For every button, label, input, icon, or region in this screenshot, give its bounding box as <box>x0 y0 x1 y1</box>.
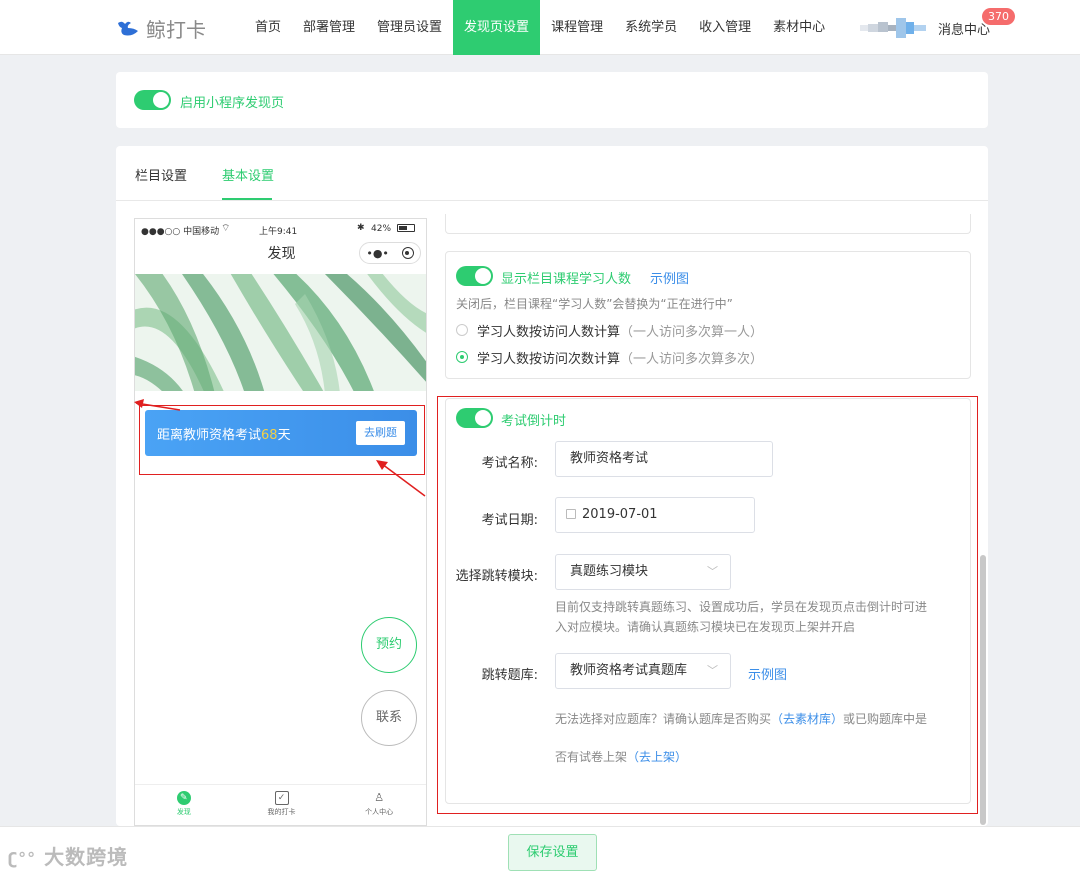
option-count-by-visitors: 学习人数按访问人数计算（一人访问多次算一人） <box>477 321 763 340</box>
nav-item-admin[interactable]: 管理员设置 <box>366 0 453 55</box>
question-bank-value: 教师资格考试真题库 <box>570 663 688 678</box>
bluetooth-icon: ✱ <box>357 223 365 233</box>
top-nav: 鲸打卡 首页 部署管理 管理员设置 发现页设置 课程管理 系统学员 收入管理 素… <box>0 0 1080 55</box>
watermark: ʗ°° 大数跨境 <box>8 841 128 870</box>
jump-module-hint-line1: 目前仅支持跳转真题练习、设置成功后，学员在发现页点击倒计时可进 <box>555 600 928 614</box>
tab-basic-settings[interactable]: 基本设置 <box>222 165 274 184</box>
learner-count-panel: 显示栏目课程学习人数 示例图 关闭后，栏目课程“学习人数”会替换为“正在进行中”… <box>445 251 971 379</box>
wifi-icon: ⌔ <box>221 223 231 234</box>
more-dots-icon[interactable]: •●• <box>366 247 389 260</box>
exam-countdown-toggle[interactable] <box>456 408 493 428</box>
message-count-badge: 370 <box>982 8 1015 25</box>
contact-button[interactable]: 联系 <box>361 690 417 746</box>
go-materials-link[interactable]: （去素材库） <box>771 712 843 726</box>
tabbar-item-discover[interactable]: ✎ 发现 <box>135 785 233 825</box>
tab-column-settings[interactable]: 栏目设置 <box>135 165 187 184</box>
leaf-pattern-icon <box>135 274 426 391</box>
status-time: 上午9:41 <box>259 227 298 237</box>
settings-scrollbar[interactable] <box>980 555 986 825</box>
go-publish-link[interactable]: （去上架） <box>627 750 687 764</box>
exam-date-picker[interactable]: 2019-07-01 <box>555 497 755 533</box>
exam-name-input[interactable]: 教师资格考试 <box>555 441 773 477</box>
option2-note: （一人访问多次算多次） <box>620 352 764 367</box>
logo[interactable]: 鲸打卡 <box>116 14 206 43</box>
question-bank-select[interactable]: 教师资格考试真题库 ﹀ <box>555 653 731 689</box>
phone-status-bar: ●●●○○ 中国移动 ⌔ 上午9:41 ✱ 42% <box>135 219 426 239</box>
question-bank-label: 跳转题库: <box>481 668 538 683</box>
learner-count-toggle[interactable] <box>456 266 493 286</box>
checkin-icon: ✓ <box>274 791 289 805</box>
tabbar-item-profile[interactable]: ♙ 个人中心 <box>330 785 426 825</box>
watermark-text: 大数跨境 <box>44 845 129 869</box>
learner-count-example-link[interactable]: 示例图 <box>650 268 689 287</box>
jump-module-hint: 目前仅支持跳转真题练习、设置成功后，学员在发现页点击倒计时可进 入对应模块。请确… <box>555 597 927 637</box>
question-bank-example-link[interactable]: 示例图 <box>748 664 787 683</box>
option-count-by-visits: 学习人数按访问次数计算（一人访问多次算多次） <box>477 348 763 367</box>
carrier-text: ●●●○○ 中国移动 <box>141 227 220 237</box>
message-center-link[interactable]: 消息中心 <box>938 19 990 38</box>
nav-item-deploy[interactable]: 部署管理 <box>292 0 366 55</box>
option2-label: 学习人数按访问次数计算 <box>477 352 621 367</box>
annotation-arrows-icon <box>134 399 426 497</box>
tabbar-label-profile: 个人中心 <box>365 808 394 816</box>
exam-countdown-panel: 考试倒计时 考试名称: 教师资格考试 考试日期: 2019-07-01 选择跳转… <box>445 398 971 804</box>
learner-count-label: 显示栏目课程学习人数 <box>501 272 632 287</box>
footer-bar: ʗ°° 大数跨境 保存设置 <box>0 826 1080 878</box>
logo-text: 鲸打卡 <box>146 18 206 42</box>
avatar[interactable] <box>860 16 926 40</box>
battery-percent: 42% <box>371 224 392 234</box>
exam-date-label: 考试日期: <box>481 513 538 528</box>
exam-name-label: 考试名称: <box>481 456 538 471</box>
battery-icon <box>397 224 415 232</box>
learner-count-hint: 关闭后，栏目课程“学习人数”会替换为“正在进行中” <box>456 297 733 311</box>
bank-hint-mid: 或已购题库中是 <box>843 712 928 726</box>
radio-count-by-visits[interactable] <box>456 351 468 363</box>
exam-date-value: 2019-07-01 <box>582 507 658 522</box>
watermark-logo-icon: ʗ°° <box>8 849 37 868</box>
exam-countdown-label: 考试倒计时 <box>501 414 567 429</box>
jump-module-select[interactable]: 真题练习模块 ﹀ <box>555 554 731 590</box>
miniprogram-capsule[interactable]: •●• <box>359 242 421 264</box>
nav-item-income[interactable]: 收入管理 <box>688 0 762 55</box>
jump-module-label: 选择跳转模块: <box>455 569 538 584</box>
option1-note: （一人访问多次算一人） <box>620 325 764 340</box>
option1-label: 学习人数按访问人数计算 <box>477 325 621 340</box>
radio-count-by-visitors[interactable] <box>456 324 468 336</box>
nav-item-materials[interactable]: 素材中心 <box>762 0 836 55</box>
active-tab-indicator <box>222 198 272 200</box>
nav-item-discover[interactable]: 发现页设置 <box>453 0 541 55</box>
chevron-down-icon: ﹀ <box>707 664 718 677</box>
bank-hint-prefix: 无法选择对应题库？请确认题库是否购买 <box>555 712 772 726</box>
tabbar-label-my-checkin: 我的打卡 <box>267 808 296 816</box>
previous-settings-panel <box>445 214 971 234</box>
compass-icon: ✎ <box>176 791 191 805</box>
enable-discover-toggle[interactable] <box>134 90 171 110</box>
phone-preview: ●●●○○ 中国移动 ⌔ 上午9:41 ✱ 42% 发现 •●• 距离教师资格考… <box>134 218 427 826</box>
settings-tabs: 栏目设置 基本设置 <box>116 146 988 201</box>
close-target-icon[interactable] <box>401 247 414 259</box>
bank-hint-line2: 否有试卷上架 <box>555 750 628 764</box>
reserve-button[interactable]: 预约 <box>361 617 417 673</box>
tabbar-label-discover: 发现 <box>176 808 191 816</box>
enable-discover-label: 启用小程序发现页 <box>180 96 285 111</box>
person-icon: ♙ <box>374 791 385 804</box>
enable-discover-card: 启用小程序发现页 <box>116 72 988 128</box>
jump-module-hint-line2: 入对应模块。请确认真题练习模块已在发现页上架并开启 <box>555 620 856 634</box>
chevron-down-icon: ﹀ <box>707 565 718 578</box>
leaf-banner-image <box>135 274 426 391</box>
nav-item-courses[interactable]: 课程管理 <box>540 0 614 55</box>
nav-menu: 首页 部署管理 管理员设置 发现页设置 课程管理 系统学员 收入管理 素材中心 <box>244 0 836 55</box>
jump-module-value: 真题练习模块 <box>570 564 649 579</box>
whale-logo-icon <box>118 21 138 35</box>
calendar-icon <box>566 509 576 519</box>
tabbar-item-my-checkin[interactable]: ✓ 我的打卡 <box>233 785 331 825</box>
phone-tabbar: ✎ 发现 ✓ 我的打卡 ♙ 个人中心 <box>135 784 426 825</box>
nav-item-students[interactable]: 系统学员 <box>614 0 688 55</box>
question-bank-hint: 无法选择对应题库？请确认题库是否购买（去素材库）或已购题库中是 否有试卷上架（去… <box>555 700 965 776</box>
nav-item-home[interactable]: 首页 <box>244 0 292 55</box>
save-settings-button[interactable]: 保存设置 <box>508 834 597 871</box>
